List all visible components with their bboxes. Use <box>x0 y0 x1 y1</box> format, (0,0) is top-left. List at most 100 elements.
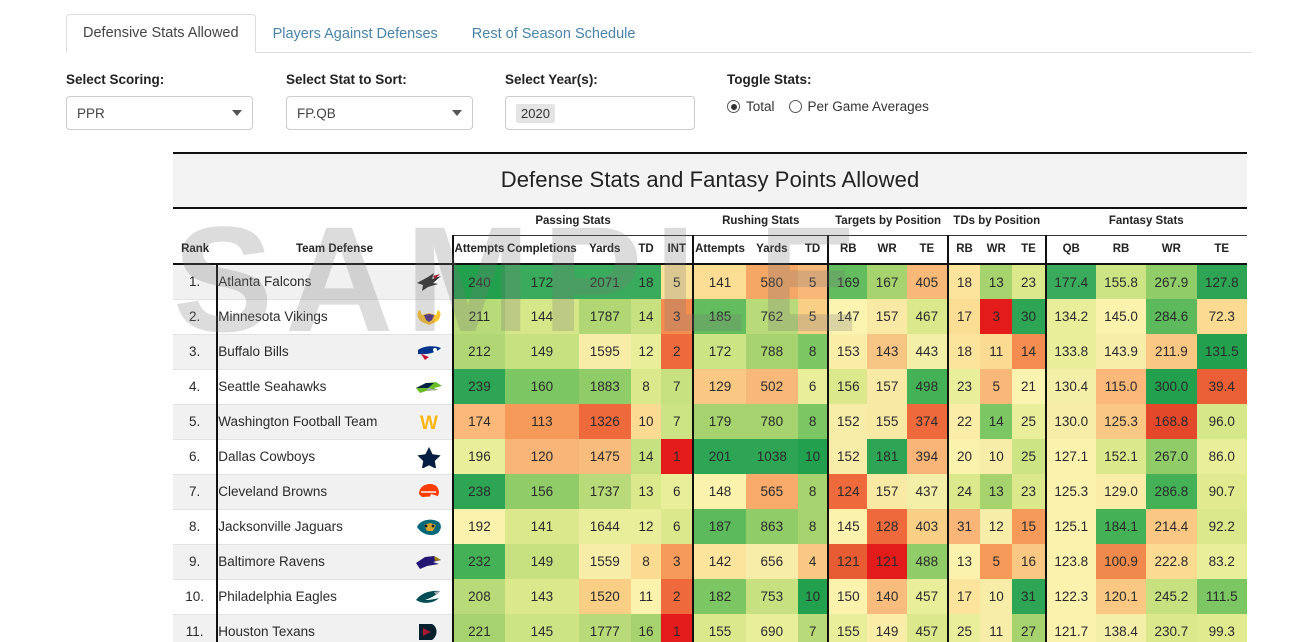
scoring-select[interactable]: PPR <box>66 96 253 130</box>
col-rank[interactable]: Rank <box>173 235 218 265</box>
stat-cell: 150 <box>827 579 868 614</box>
stat-cell: 580 <box>745 264 798 299</box>
col-pass-td[interactable]: TD <box>630 235 662 265</box>
team-name-cell[interactable]: Jacksonville Jaguars <box>216 509 453 545</box>
stat-cell: 120.1 <box>1095 579 1147 614</box>
col-fp-te[interactable]: TE <box>1196 235 1247 265</box>
table-row[interactable]: 2. Minnesota Vikings 211 144 1787 14 3 185 762 5 1… <box>173 299 1247 335</box>
year-token[interactable]: 2020 <box>516 103 555 123</box>
stat-cell: 7 <box>797 614 829 642</box>
stat-cell: 123.8 <box>1044 544 1096 579</box>
stat-cell: 498 <box>906 369 948 404</box>
stat-cell: 92.2 <box>1196 509 1247 544</box>
stat-cell: 232 <box>451 544 506 579</box>
table-row[interactable]: 5. Washington Football Team W 174 113 1326 10 7… <box>173 404 1247 440</box>
years-input[interactable]: 2020 <box>505 96 695 130</box>
team-name-cell[interactable]: Dallas Cowboys <box>216 439 453 475</box>
team-name-cell[interactable]: Minnesota Vikings <box>216 299 453 335</box>
tab-rest-of-season-schedule[interactable]: Rest of Season Schedule <box>455 15 653 54</box>
table-row[interactable]: 1. Atlanta Falcons 240 172 2071 18 5 141 580 5 169… <box>173 264 1247 300</box>
stat-cell: 753 <box>745 579 798 614</box>
team-name-cell[interactable]: Atlanta Falcons <box>216 264 453 300</box>
stat-cell: 239 <box>451 369 506 404</box>
stat-cell: 184.1 <box>1095 509 1147 544</box>
team-name-label: Washington Football Team <box>218 414 378 429</box>
stat-cell: 374 <box>906 404 948 439</box>
col-tds-te[interactable]: TE <box>1012 235 1046 265</box>
stat-cell: 2 <box>661 579 694 614</box>
stat-cell: 121.7 <box>1044 614 1096 642</box>
stat-cell: 157 <box>867 369 907 404</box>
team-name-cell[interactable]: Baltimore Ravens <box>216 544 453 580</box>
radio-total-icon[interactable] <box>727 100 740 113</box>
table-row[interactable]: 8. Jacksonville Jaguars 192 141 1644 12 6 187 86… <box>173 509 1247 545</box>
team-name-label: Atlanta Falcons <box>218 274 312 290</box>
team-name-cell[interactable]: Seattle Seahawks <box>216 369 453 405</box>
bills-logo-icon <box>414 341 444 363</box>
table-row[interactable]: 3. Buffalo Bills 212 149 1595 12 2 172 788 8 153 14… <box>173 334 1247 370</box>
stat-cell: 10 <box>797 439 829 474</box>
col-pass-yards[interactable]: Yards <box>578 235 631 265</box>
radio-total[interactable]: Total <box>727 99 775 114</box>
stat-cell: 111.5 <box>1196 579 1247 614</box>
col-pass-attempts[interactable]: Attempts <box>451 235 506 265</box>
col-fp-qb[interactable]: QB <box>1044 235 1096 265</box>
col-targets-te[interactable]: TE <box>906 235 948 265</box>
stat-cell: 25 <box>946 614 981 642</box>
stat-cell: 11 <box>630 579 662 614</box>
seahawks-logo-icon <box>414 376 444 398</box>
stat-cell: 1326 <box>578 404 631 439</box>
col-rush-yards[interactable]: Yards <box>745 235 798 265</box>
table-row[interactable]: 11. Houston Texans 221 145 1777 16 1 155 690 7 155… <box>173 614 1247 642</box>
stats-table-container: Defense Stats and Fantasy Points Allowed… <box>173 152 1247 642</box>
stat-cell: 6 <box>661 509 694 544</box>
radio-per-game-averages[interactable]: Per Game Averages <box>788 99 929 114</box>
table-row[interactable]: 4. Seattle Seahawks 239 160 1883 8 7 129 502 6 156… <box>173 369 1247 405</box>
table-row[interactable]: 7. Cleveland Browns 238 156 1737 13 6 148 565 8 12… <box>173 474 1247 510</box>
stat-cell: 5 <box>980 544 1013 579</box>
team-name-label: Cleveland Browns <box>218 484 328 499</box>
stat-sort-select[interactable]: FP.QB <box>286 96 473 130</box>
table-row[interactable]: 9. Baltimore Ravens 232 149 1559 8 3 142 656 4 121… <box>173 544 1247 580</box>
col-rush-td[interactable]: TD <box>797 235 829 265</box>
col-pass-completions[interactable]: Completions <box>505 235 579 265</box>
col-team-defense[interactable]: Team Defense <box>217 235 453 265</box>
tab-defensive-stats-allowed[interactable]: Defensive Stats Allowed <box>66 13 256 53</box>
col-fp-wr[interactable]: WR <box>1146 235 1197 265</box>
stat-cell: 14 <box>630 439 662 474</box>
team-name-cell[interactable]: Houston Texans <box>216 614 453 642</box>
team-name-cell[interactable]: Washington Football Team W <box>216 404 453 440</box>
table-row[interactable]: 6. Dallas Cowboys 196 120 1475 14 1 201 1038 10 15… <box>173 439 1247 475</box>
column-header-row: Rank Team Defense Attempts Completions Y… <box>173 235 1247 265</box>
team-name-cell[interactable]: Cleveland Browns <box>216 474 453 510</box>
stat-cell: 405 <box>906 264 948 299</box>
table-row[interactable]: 10. Philadelphia Eagles 208 143 1520 11 2 182 75… <box>173 579 1247 615</box>
stat-cell: 300.0 <box>1146 369 1197 404</box>
team-name-cell[interactable]: Buffalo Bills <box>216 334 453 370</box>
stat-cell: 125.1 <box>1044 509 1096 544</box>
texans-logo-icon <box>414 621 444 642</box>
stat-cell: 39.4 <box>1196 369 1247 404</box>
stat-cell: 437 <box>906 474 948 509</box>
col-rush-attempts[interactable]: Attempts <box>692 235 746 265</box>
stat-cell: 1883 <box>578 369 631 404</box>
col-targets-rb[interactable]: RB <box>827 235 868 265</box>
col-tds-rb[interactable]: RB <box>946 235 981 265</box>
team-name-cell[interactable]: Philadelphia Eagles <box>216 579 453 615</box>
col-targets-wr[interactable]: WR <box>867 235 907 265</box>
stat-cell: 141 <box>692 264 746 299</box>
vikings-logo-icon <box>414 306 444 328</box>
stat-cell: 12 <box>630 509 662 544</box>
stat-cell: 185 <box>692 299 746 334</box>
team-name-label: Minnesota Vikings <box>218 309 328 324</box>
col-pass-int[interactable]: INT <box>661 235 694 265</box>
stat-cell: 143.9 <box>1095 334 1147 369</box>
stat-cell: 230.7 <box>1146 614 1197 642</box>
col-fp-rb[interactable]: RB <box>1095 235 1147 265</box>
radio-per-game-averages-icon[interactable] <box>788 100 802 113</box>
stat-cell: 211.9 <box>1146 334 1197 369</box>
col-tds-wr[interactable]: WR <box>980 235 1013 265</box>
tab-players-against-defenses[interactable]: Players Against Defenses <box>256 15 455 54</box>
years-control: Select Year(s): 2020 <box>505 72 727 130</box>
stat-cell: 121 <box>827 544 868 579</box>
